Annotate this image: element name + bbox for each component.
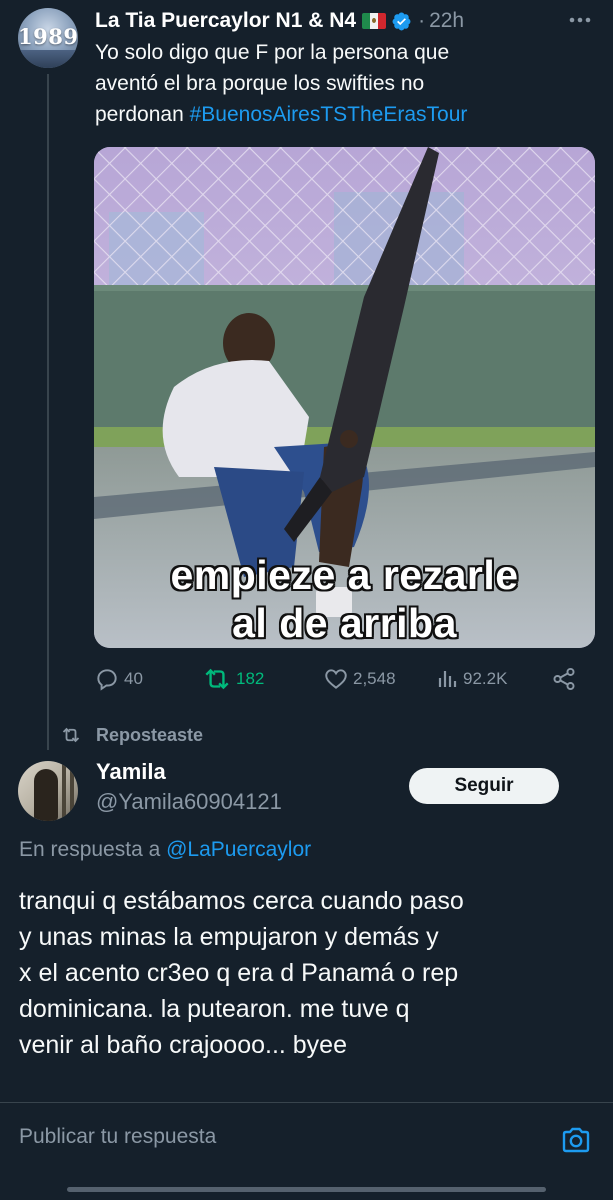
more-options-icon[interactable]	[565, 8, 595, 32]
views-icon	[438, 671, 457, 687]
reposted-indicator: Reposteaste	[60, 722, 203, 748]
tweet-actions: 40 182 2,548 92.2K	[94, 664, 594, 694]
home-indicator	[67, 1187, 546, 1192]
repost-action[interactable]: 182	[202, 664, 264, 694]
reply-text-line: dominicana. la putearon. me tuve q	[19, 995, 410, 1023]
repost-icon	[205, 668, 229, 690]
parent-text-line: Yo solo digo que F por la persona que	[95, 41, 450, 64]
parent-text-line: aventó el bra porque los swifties no	[95, 72, 425, 95]
reply-author-avatar[interactable]	[18, 761, 78, 821]
avatar-text: 1989	[18, 24, 78, 49]
reply-icon	[97, 669, 117, 691]
parent-text-line-start: perdonan	[95, 103, 190, 126]
verified-badge-icon	[392, 12, 411, 30]
reply-to-prefix: En respuesta a	[19, 838, 167, 861]
parent-tweet-header: La Tia Puercaylor N1 & N4 · 22h	[95, 6, 464, 36]
parent-tweet-text: Yo solo digo que F por la persona que av…	[95, 37, 595, 130]
views-action[interactable]: 92.2K	[437, 664, 507, 694]
meme-caption-line-2: al de arriba	[232, 600, 457, 646]
mexico-flag-icon	[362, 13, 387, 29]
composer-divider	[0, 1102, 613, 1103]
reposted-label: Reposteaste	[96, 724, 204, 745]
parent-author-avatar[interactable]: 1989	[18, 8, 78, 68]
reply-to-line: En respuesta a @LaPuercaylor	[19, 838, 311, 862]
heart-icon	[325, 669, 347, 689]
reply-author-name[interactable]: Yamila	[96, 759, 166, 785]
parent-author-name[interactable]: La Tia Puercaylor N1 & N4	[95, 9, 356, 33]
repost-small-icon	[62, 727, 80, 743]
reply-composer-input[interactable]: Publicar tu respuesta	[19, 1125, 216, 1149]
reply-to-mention[interactable]: @LaPuercaylor	[166, 838, 311, 861]
parent-tweet-time[interactable]: 22h	[429, 9, 464, 33]
parent-tweet[interactable]: 1989 La Tia Puercaylor N1 & N4 · 22h Yo …	[0, 0, 613, 750]
reply-count: 40	[124, 669, 143, 688]
reply-text-line: venir al baño crajoooo... byee	[19, 1031, 347, 1059]
reply-text-line: y unas minas la empujaron y demás y	[19, 923, 439, 951]
header-separator: ·	[418, 9, 426, 32]
like-action[interactable]: 2,548	[323, 664, 396, 694]
hashtag-link[interactable]: #BuenosAiresTSTheErasTour	[190, 103, 468, 126]
share-icon	[553, 667, 575, 691]
follow-button[interactable]: Seguir	[409, 768, 559, 804]
share-action[interactable]	[551, 664, 581, 694]
parent-text-line: perdonan #BuenosAiresTSTheErasTour	[95, 99, 595, 130]
thread-line	[47, 74, 49, 750]
like-count: 2,548	[353, 669, 396, 688]
views-count: 92.2K	[463, 669, 508, 688]
reply-text-line: tranqui q estábamos cerca cuando paso	[19, 887, 464, 915]
reply-text-line: x el acento cr3eo q era d Panamá o rep	[19, 959, 459, 987]
camera-icon[interactable]	[560, 1124, 592, 1156]
reply-author-handle[interactable]: @Yamila60904121	[96, 789, 282, 815]
meme-caption-line-1: empieze a rezarle	[170, 552, 519, 598]
repost-count: 182	[236, 669, 265, 688]
reply-action[interactable]: 40	[94, 664, 143, 694]
reply-tweet-text: tranqui q estábamos cerca cuando paso y …	[19, 883, 604, 1063]
